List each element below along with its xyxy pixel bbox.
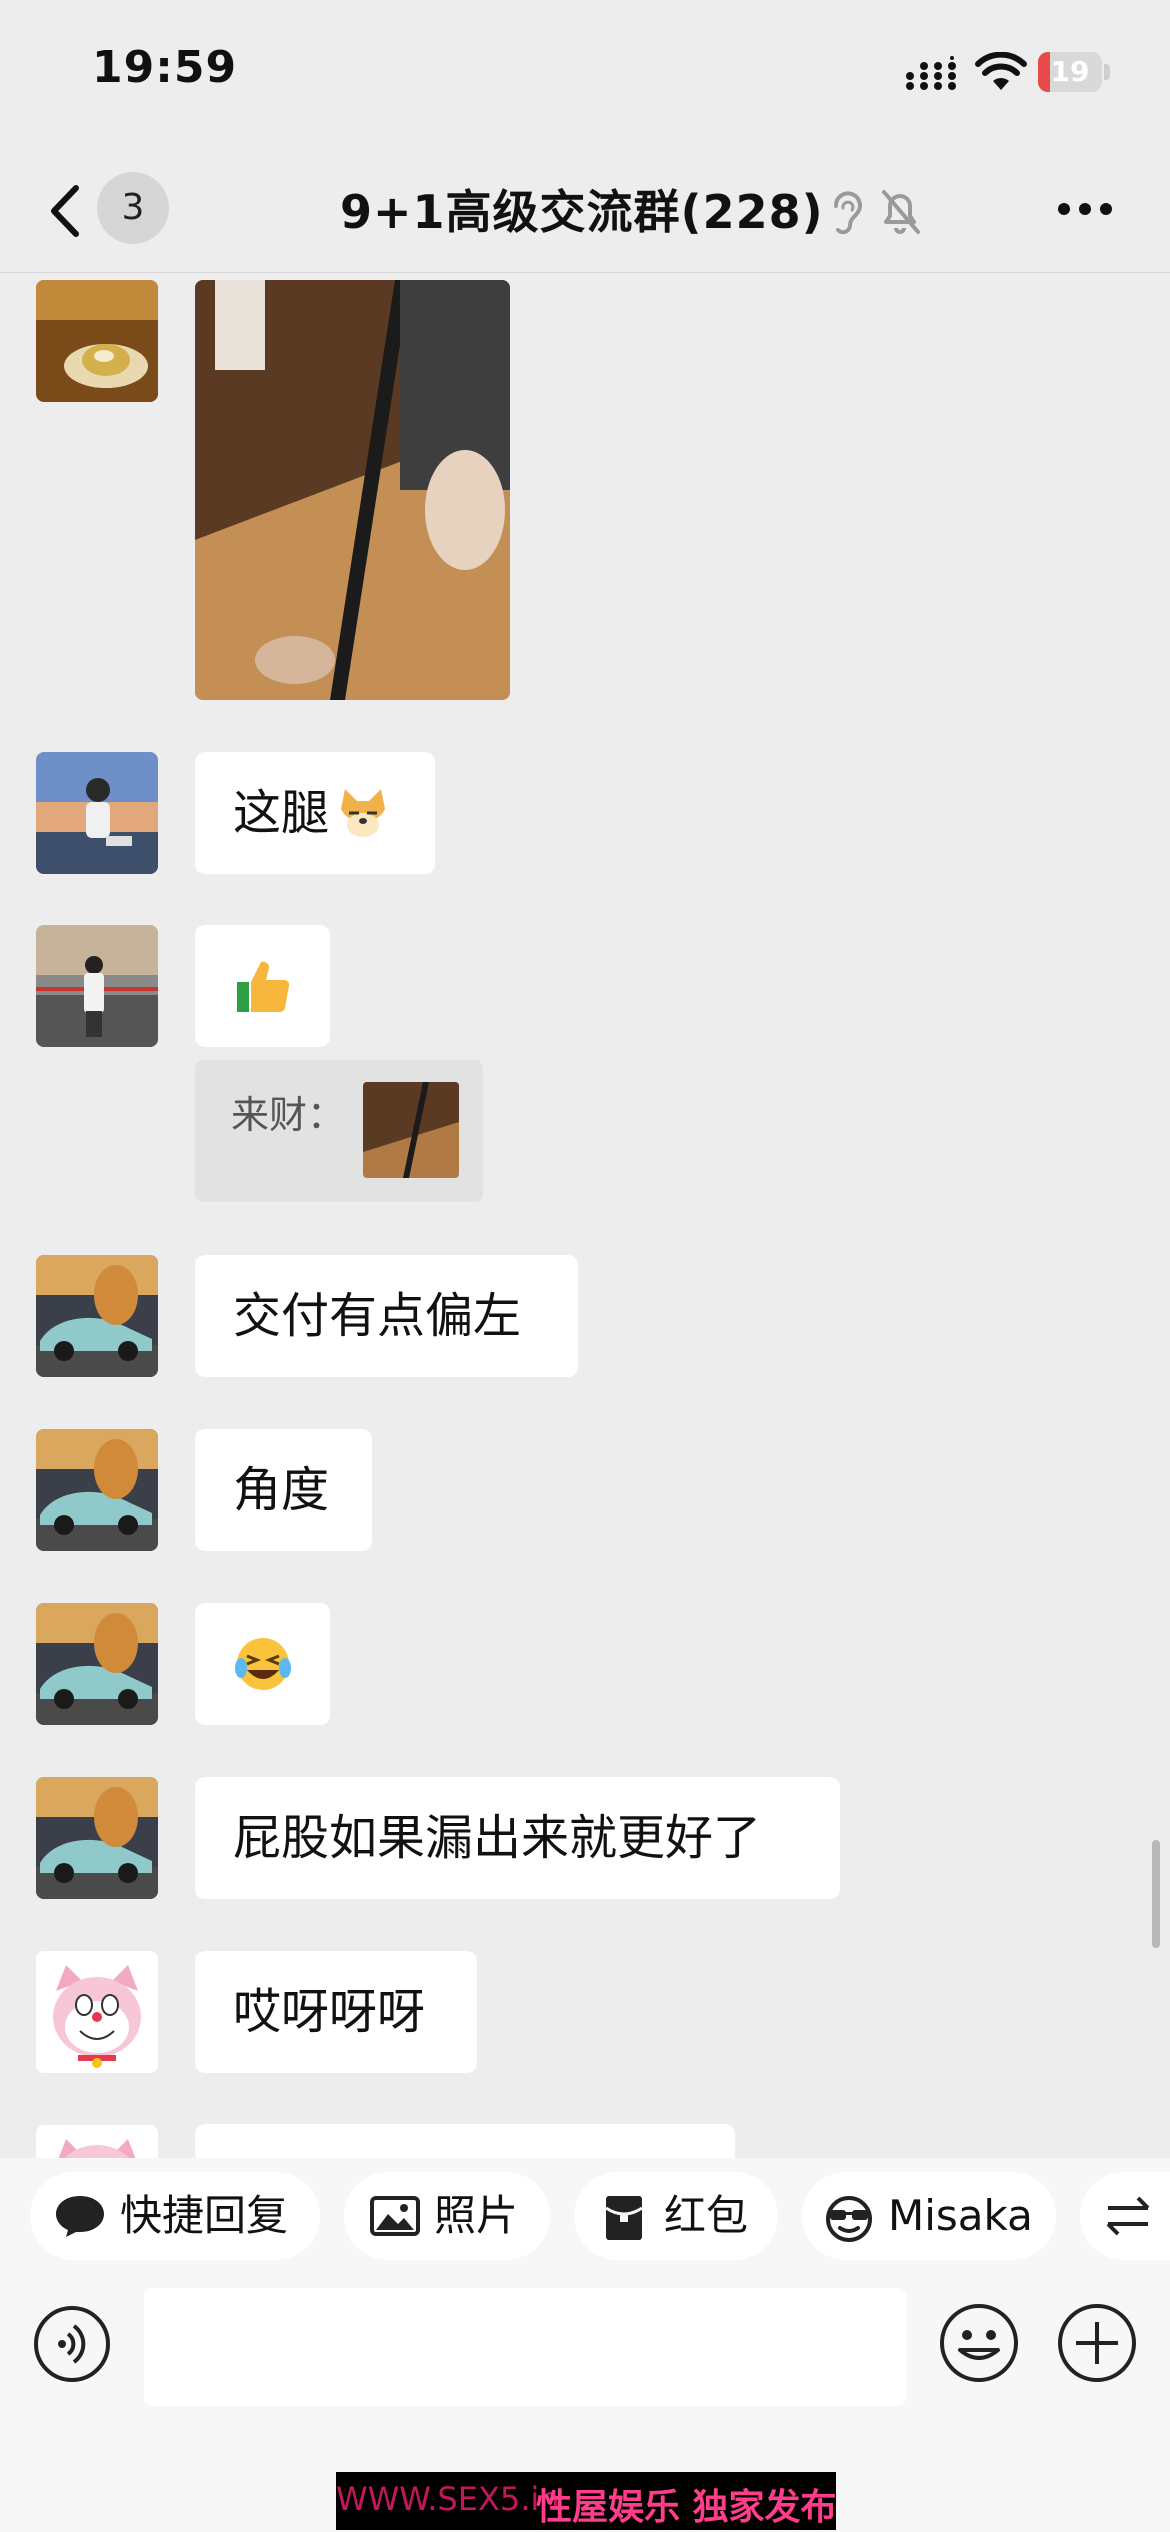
mute-bell-icon: [882, 190, 920, 234]
quick-reply-label: 快捷回复: [120, 2191, 289, 2240]
message-bubble[interactable]: [195, 925, 330, 1047]
back-chevron-icon[interactable]: [42, 178, 92, 244]
switch-button[interactable]: [1080, 2172, 1170, 2260]
avatar[interactable]: [36, 925, 158, 1047]
avatar[interactable]: [36, 1951, 158, 2073]
avatar[interactable]: [36, 1777, 158, 1899]
status-time: 19:59: [92, 42, 238, 93]
earpiece-mode-icon: [834, 191, 862, 235]
emoji-icon[interactable]: [938, 2302, 1020, 2384]
thumbs-up-emoji-icon: [237, 961, 290, 1013]
message-bubble[interactable]: 角度: [195, 1429, 372, 1551]
image-message[interactable]: [195, 280, 510, 700]
unread-count-badge[interactable]: 3: [97, 172, 169, 244]
watermark: WWW.SEX5.in 性屋娱乐 独家发布: [336, 2472, 837, 2530]
quote-sender-label: 来财：: [231, 1093, 346, 1137]
message-bubble[interactable]: 交付有点偏左: [195, 1255, 578, 1377]
plus-icon[interactable]: [1056, 2302, 1138, 2384]
scrollbar[interactable]: [1152, 1840, 1160, 1948]
input-bar: [0, 2270, 1170, 2420]
message-bubble[interactable]: 哎呀呀呀: [195, 1951, 477, 2073]
red-packet-icon: [605, 2196, 643, 2240]
wifi-icon: [975, 52, 1027, 90]
quick-reply-button[interactable]: 快捷回复: [30, 2172, 320, 2260]
image-icon: [370, 2196, 420, 2236]
swap-arrows-icon: [1106, 2196, 1150, 2236]
message-bubble[interactable]: 屁股如果漏出来就更好了: [195, 1777, 840, 1899]
quoted-reply[interactable]: 来财：: [195, 1060, 483, 1202]
message-text: 角度: [233, 1462, 330, 1518]
more-options-icon[interactable]: [1056, 200, 1114, 218]
red-packet-button[interactable]: 红包: [574, 2172, 778, 2260]
voice-input-icon[interactable]: [32, 2304, 112, 2384]
message-text: 交付有点偏左: [233, 1288, 522, 1344]
chat-title: 9+1高级交流群(228): [340, 185, 824, 239]
message-bubble[interactable]: 这腿: [195, 752, 435, 874]
chat-bubble-icon: [56, 2196, 104, 2237]
battery-level: 19: [1050, 55, 1090, 88]
photo-label: 照片: [434, 2191, 519, 2240]
sunglasses-face-icon: [826, 2196, 872, 2242]
battery-indicator: 19: [1038, 52, 1112, 92]
message-text: 屁股如果漏出来就更好了: [233, 1810, 762, 1866]
red-packet-label: 红包: [664, 2191, 749, 2240]
misaka-button[interactable]: Misaka: [802, 2172, 1056, 2260]
status-bar: 19:59 19: [0, 0, 1170, 150]
tears-of-joy-emoji-icon: [235, 1638, 291, 1690]
quote-image-thumbnail[interactable]: [363, 1082, 459, 1178]
avatar[interactable]: [36, 1603, 158, 1725]
chat-header: 3 9+1高级交流群(228): [0, 150, 1170, 273]
misaka-label: Misaka: [888, 2191, 1033, 2240]
doge-emoji-icon: [341, 789, 385, 837]
message-text: 这腿: [233, 785, 330, 841]
watermark-url: WWW.SEX5.in: [336, 2480, 560, 2518]
battery-tip: [1104, 64, 1110, 80]
cellular-signal-icon: [906, 56, 956, 90]
avatar[interactable]: [36, 1429, 158, 1551]
avatar[interactable]: [36, 280, 158, 402]
avatar[interactable]: [36, 752, 158, 874]
message-text: 哎呀呀呀: [233, 1984, 426, 2040]
photo-button[interactable]: 照片: [344, 2172, 550, 2260]
shortcut-bar: 快捷回复 照片 红包 Misaka: [0, 2158, 1170, 2270]
avatar[interactable]: [36, 1255, 158, 1377]
message-bubble[interactable]: [195, 1603, 330, 1725]
message-input[interactable]: [144, 2288, 906, 2406]
battery-icon: 19: [1038, 52, 1102, 92]
watermark-tag: 性屋娱乐 独家发布: [536, 2487, 837, 2528]
